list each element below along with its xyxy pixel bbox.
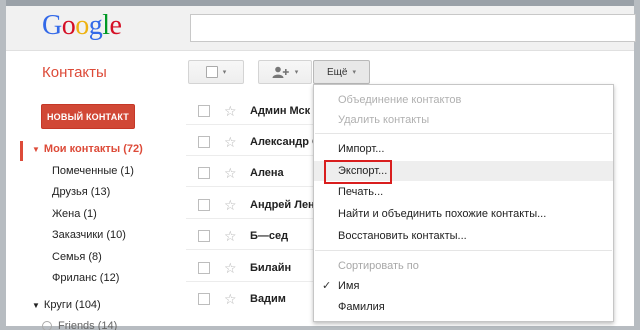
sidebar-item-circles[interactable]: ▼ Круги (104) (32, 299, 101, 311)
menu-separator (315, 250, 612, 251)
row-divider (186, 124, 316, 125)
contact-row[interactable]: ☆ Билайн (186, 255, 316, 281)
sidebar-item-label: Friends (14) (58, 320, 118, 330)
menu-item-print[interactable]: Печать... (314, 182, 613, 202)
star-icon[interactable]: ☆ (224, 292, 238, 306)
logo-letter: l (102, 10, 110, 41)
contact-row[interactable]: ☆ Вадим (186, 286, 316, 312)
menu-sort-header: Сортировать по (338, 260, 419, 272)
add-to-group-button[interactable]: ▾ (258, 60, 312, 84)
contact-name: Вадим (250, 293, 286, 305)
star-icon[interactable]: ☆ (224, 229, 238, 243)
row-checkbox[interactable] (198, 262, 210, 274)
sidebar-item-starred[interactable]: Помеченные (1) (52, 165, 134, 177)
sidebar-item-my-contacts[interactable]: ▼ Мои контакты (72) (32, 143, 143, 155)
logo-letter: o (75, 10, 89, 41)
search-input[interactable] (190, 14, 636, 42)
menu-item-find-duplicates[interactable]: Найти и объединить похожие контакты... (314, 204, 613, 224)
google-logo[interactable]: Google (42, 10, 122, 42)
contact-row[interactable]: ☆ Б—сед (186, 223, 316, 249)
top-bar: Google (6, 6, 636, 51)
contact-name: Александр Са (250, 136, 316, 148)
menu-item-import[interactable]: Импорт... (314, 139, 613, 159)
sidebar-item-wife[interactable]: Жена (1) (52, 208, 97, 220)
menu-item-restore-contacts[interactable]: Восстановить контакты... (314, 226, 613, 246)
contact-row[interactable]: ☆ Андрей Лени (186, 192, 316, 218)
row-divider (186, 281, 316, 282)
row-checkbox[interactable] (198, 293, 210, 305)
row-divider (186, 218, 316, 219)
window-frame-right (634, 0, 640, 330)
new-contact-button[interactable]: НОВЫЙ КОНТАКТ (41, 104, 135, 129)
logo-letter: o (61, 10, 76, 41)
row-checkbox[interactable] (198, 167, 210, 179)
menu-separator (315, 133, 612, 134)
logo-letter: g (88, 10, 103, 41)
sidebar-item-freelance[interactable]: Фриланс (12) (52, 272, 119, 284)
row-divider (186, 186, 316, 187)
chevron-down-icon: ▾ (352, 69, 356, 76)
star-icon[interactable]: ☆ (224, 166, 238, 180)
contact-name: Админ Мск (250, 105, 311, 117)
add-person-icon (272, 66, 289, 78)
contact-row[interactable]: ☆ Александр Са (186, 129, 316, 155)
sidebar-item-label: Мои контакты (72) (43, 143, 143, 155)
contact-row[interactable]: ☆ Алена (186, 160, 316, 186)
menu-item-sort-first-name[interactable]: ✓ Имя (314, 276, 613, 296)
sidebar-item-family[interactable]: Семья (8) (52, 251, 102, 263)
row-checkbox[interactable] (198, 105, 210, 117)
row-divider (186, 155, 316, 156)
star-icon[interactable]: ☆ (224, 135, 238, 149)
circle-icon (42, 321, 52, 330)
star-icon[interactable]: ☆ (224, 261, 238, 275)
row-checkbox[interactable] (198, 199, 210, 211)
row-divider (186, 249, 316, 250)
chevron-down-icon: ▾ (222, 69, 227, 76)
menu-item-sort-last-name[interactable]: Фамилия (314, 297, 613, 317)
menu-item-merge-contacts: Объединение контактов (338, 94, 462, 106)
star-icon[interactable]: ☆ (224, 104, 238, 118)
contact-row[interactable]: ☆ Админ Мск (186, 98, 316, 124)
sidebar-item-circle-friends[interactable]: Friends (14) (42, 320, 117, 330)
contact-name: Андрей Лени (250, 199, 316, 211)
more-button[interactable]: Ещё ▾ (313, 60, 370, 84)
triangle-down-icon: ▼ (32, 145, 40, 154)
row-checkbox[interactable] (198, 230, 210, 242)
sidebar-item-friends[interactable]: Друзья (13) (52, 186, 110, 198)
row-checkbox[interactable] (198, 136, 210, 148)
logo-letter: G (42, 10, 62, 41)
logo-letter: e (109, 10, 122, 41)
sidebar-item-clients[interactable]: Заказчики (10) (52, 229, 126, 241)
menu-item-delete-contacts: Удалить контакты (338, 114, 430, 126)
contact-name: Алена (250, 167, 284, 179)
sidebar-item-label: Круги (104) (43, 299, 101, 311)
select-checkbox-button[interactable]: ▾ (188, 60, 244, 84)
contact-name: Билайн (250, 262, 292, 274)
more-dropdown-menu: Объединение контактов Удалить контакты И… (313, 84, 614, 322)
chevron-down-icon: ▾ (294, 69, 299, 76)
export-highlight-box (324, 160, 392, 184)
contact-name: Б—сед (250, 230, 289, 242)
checkmark-icon: ✓ (322, 280, 332, 292)
star-icon[interactable]: ☆ (224, 198, 238, 212)
triangle-down-icon: ▼ (32, 301, 40, 310)
menu-item-label: Имя (338, 280, 360, 292)
more-button-label: Ещё (327, 66, 348, 78)
app-title[interactable]: Контакты (42, 64, 107, 81)
checkbox-icon (205, 66, 218, 78)
selected-indicator (20, 141, 23, 161)
